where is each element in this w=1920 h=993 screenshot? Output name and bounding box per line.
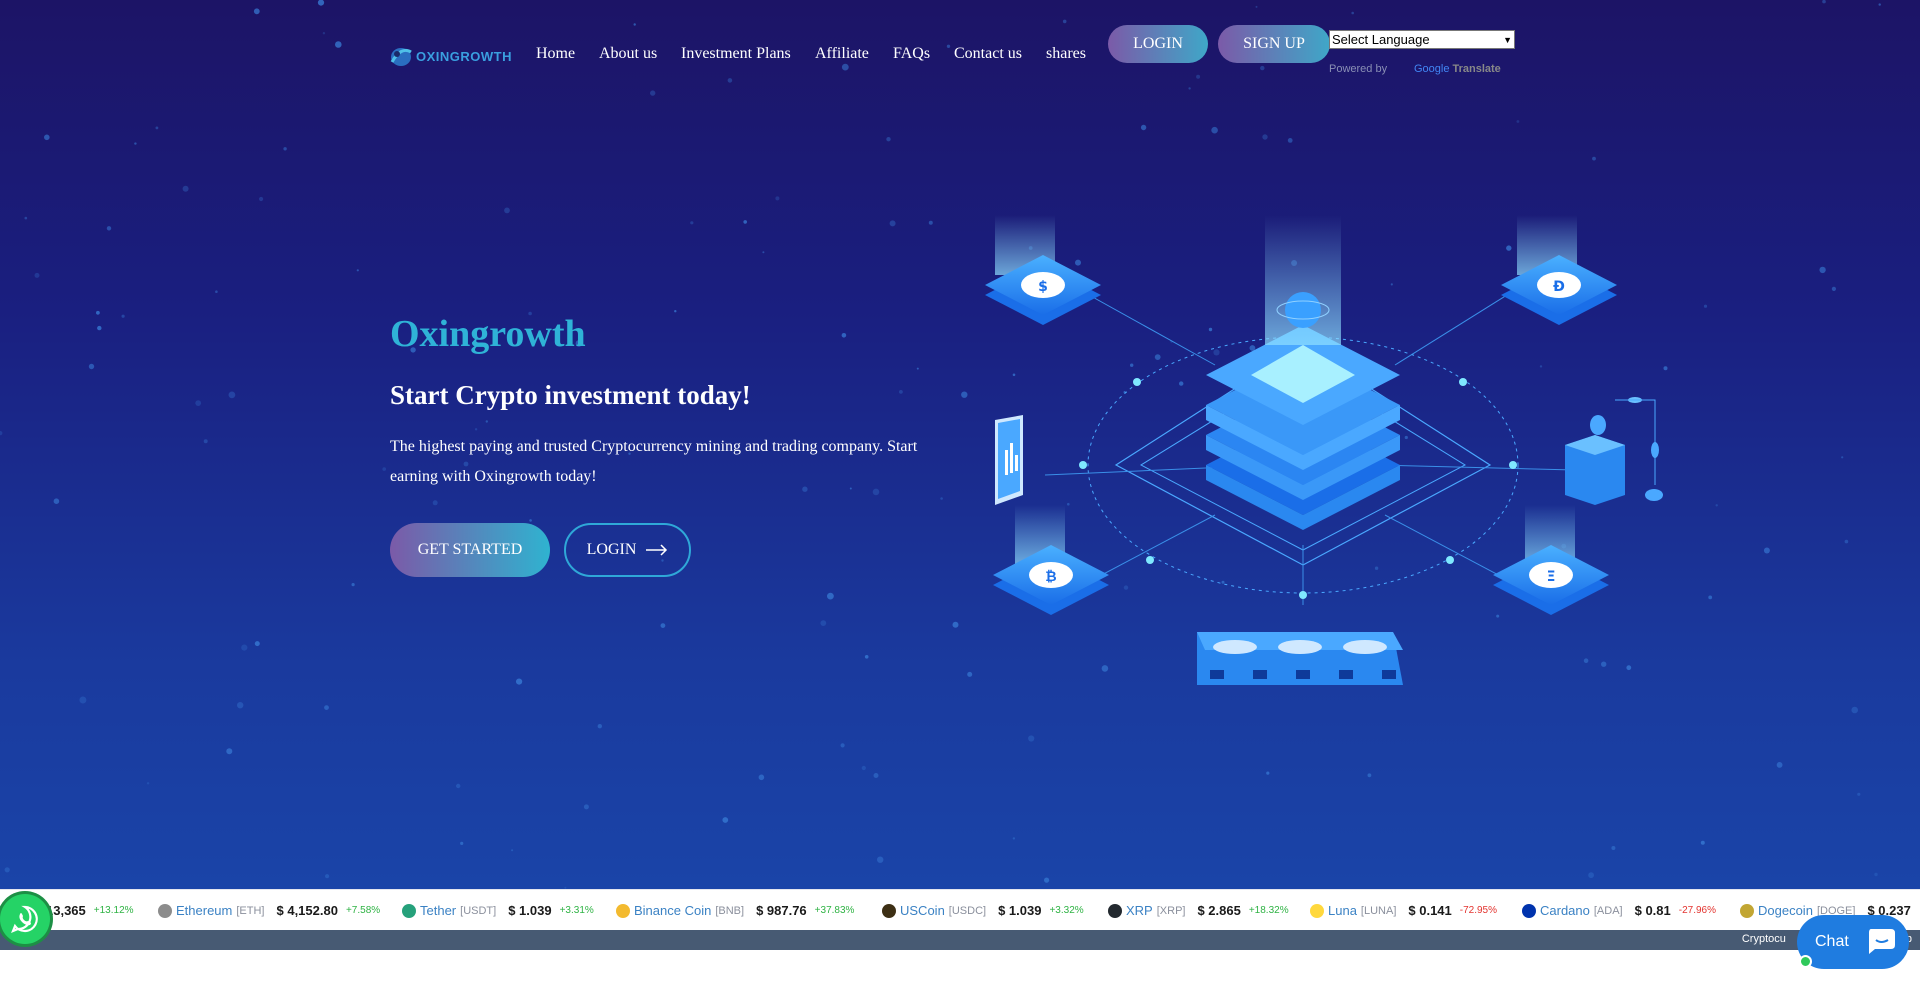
hero-login-button[interactable]: LOGIN [564,523,691,577]
ticker-coin-symbol: [USDC] [948,904,987,917]
whatsapp-button[interactable] [0,894,50,944]
online-status-dot [1799,955,1812,968]
ticker-coin-change: +3.32% [1049,905,1084,916]
cardano-icon [1522,903,1536,918]
ticker-coin-price: $ 0.141 [1408,903,1452,918]
language-select-value: Select Language [1332,32,1430,47]
chat-bubble-icon [1869,929,1895,954]
ticker-coin-price: $ 0.81 [1634,903,1671,918]
chat-label: Chat [1815,933,1849,950]
svg-text:Đ: Đ [1553,279,1565,295]
hero-login-label: LOGIN [586,541,637,558]
ticker-item[interactable]: XRP [XRP] $ 2.865 +18.32% [1108,903,1289,918]
ticker-coin-change: +7.58% [345,905,381,916]
header-login-button[interactable]: LOGIN [1108,25,1208,63]
ticker-item[interactable]: 13,365 +13.12% [46,903,134,918]
ticker-coin-symbol: [ADA] [1593,904,1623,917]
nav-faqs[interactable]: FAQs [893,45,930,63]
tether-icon [402,903,416,918]
whatsapp-icon [11,905,38,933]
ticker-coin-name: Luna [1328,903,1357,918]
ticker-coin-symbol: [BNB] [715,904,745,917]
ticker-coin-symbol: [LUNA] [1360,904,1397,917]
hero-description: The highest paying and trusted Cryptocur… [390,438,918,485]
ticker-coin-change: +18.32% [1248,905,1289,916]
ticker-coin-name: XRP [1126,903,1153,918]
ticker-coin-change: +3.31% [559,905,594,916]
nav-about-us[interactable]: About us [599,45,657,63]
svg-text:₿: ₿ [1045,569,1056,585]
nav-shares[interactable]: shares [1046,45,1086,63]
ticker-coin-price: $ 987.76 [756,903,807,918]
attribution-head: Cryptocu [1741,933,1786,945]
ticker-item[interactable]: Ethereum [ETH] $ 4,152.80 +7.58% [158,903,380,918]
ticker-coin-name: Cardano [1540,903,1590,918]
ticker-item[interactable]: Cardano [ADA] $ 0.81 -27.96% [1522,903,1716,918]
ticker-coin-price: $ 1.039 [508,903,552,918]
uscoin-icon [882,903,896,918]
ticker-coin-change: -27.96% [1678,905,1717,916]
ticker-coin-name: Tether [420,903,457,918]
ticker-attribution-bar: Cryptocu b [0,930,1920,950]
xrp-icon [1108,903,1122,918]
ticker-item[interactable]: USCoin [USDC] $ 1.039 +3.32% [882,903,1084,918]
google-translate-link[interactable]: Google Translate [1414,63,1501,75]
hero-title: Oxingrowth [390,313,586,355]
powered-by-text: Powered by [1329,63,1388,75]
logo-icon [390,48,412,66]
ticker-coin-price: 13,365 [46,903,86,918]
translate-text: Translate [1452,63,1501,75]
ticker-coin-symbol: [XRP] [1156,904,1186,917]
svg-text:$: $ [1038,279,1048,295]
svg-text:Ξ: Ξ [1547,569,1556,585]
ticker-coin-change: +13.12% [93,905,134,916]
dogecoin-icon [1740,903,1754,918]
ethereum-icon [158,903,172,918]
ticker-coin-price: $ 1.039 [998,903,1042,918]
ticker-coin-name: USCoin [900,903,945,918]
nav-investment-plans[interactable]: Investment Plans [681,45,791,63]
hero-subtitle: Start Crypto investment today! [390,380,751,410]
ticker-coin-name: Dogecoin [1758,903,1813,918]
nav-contact-us[interactable]: Contact us [954,45,1022,63]
ticker-item[interactable]: Binance Coin [BNB] $ 987.76 +37.83% [616,903,854,918]
logo-text: OXINGROWTH [416,48,512,64]
nav-affiliate[interactable]: Affiliate [815,45,869,63]
hero-section: OXINGROWTH Home About us Investment Plan… [0,0,1920,889]
ticker-coin-name: Binance Coin [634,903,712,918]
ticker-item[interactable]: Luna [LUNA] $ 0.141 -72.95% [1310,903,1497,918]
arrow-right-icon [646,544,668,556]
ticker-coin-price: $ 4,152.80 [276,903,338,918]
ticker-coin-price: $ 2.865 [1197,903,1241,918]
get-started-button[interactable]: GET STARTED [390,523,550,577]
header-signup-button[interactable]: SIGN UP [1218,25,1330,63]
ticker-coin-change: +37.83% [814,905,855,916]
luna-icon [1310,903,1324,918]
brand-logo[interactable]: OXINGROWTH [390,44,512,68]
language-select[interactable]: Select Language ▼ [1329,30,1515,49]
chat-widget-button[interactable]: Chat [1797,915,1909,969]
nav-home[interactable]: Home [536,45,575,63]
ticker-coin-name: Ethereum [176,903,233,918]
google-logo-text: Google [1414,63,1450,75]
crypto-network-illustration: $ Đ ₿ Ξ [985,215,1663,685]
ticker-coin-symbol: [USDT] [460,904,497,917]
chevron-down-icon: ▼ [1503,34,1512,45]
binance-icon [616,903,630,918]
crypto-price-ticker: 13,365 +13.12% Ethereum [ETH] $ 4,152.80 +7.5… [0,889,1920,930]
ticker-item[interactable]: Tether [USDT] $ 1.039 +3.31% [402,903,594,918]
ticker-coin-symbol: [ETH] [236,904,265,917]
ticker-coin-change: -72.95% [1459,905,1498,916]
